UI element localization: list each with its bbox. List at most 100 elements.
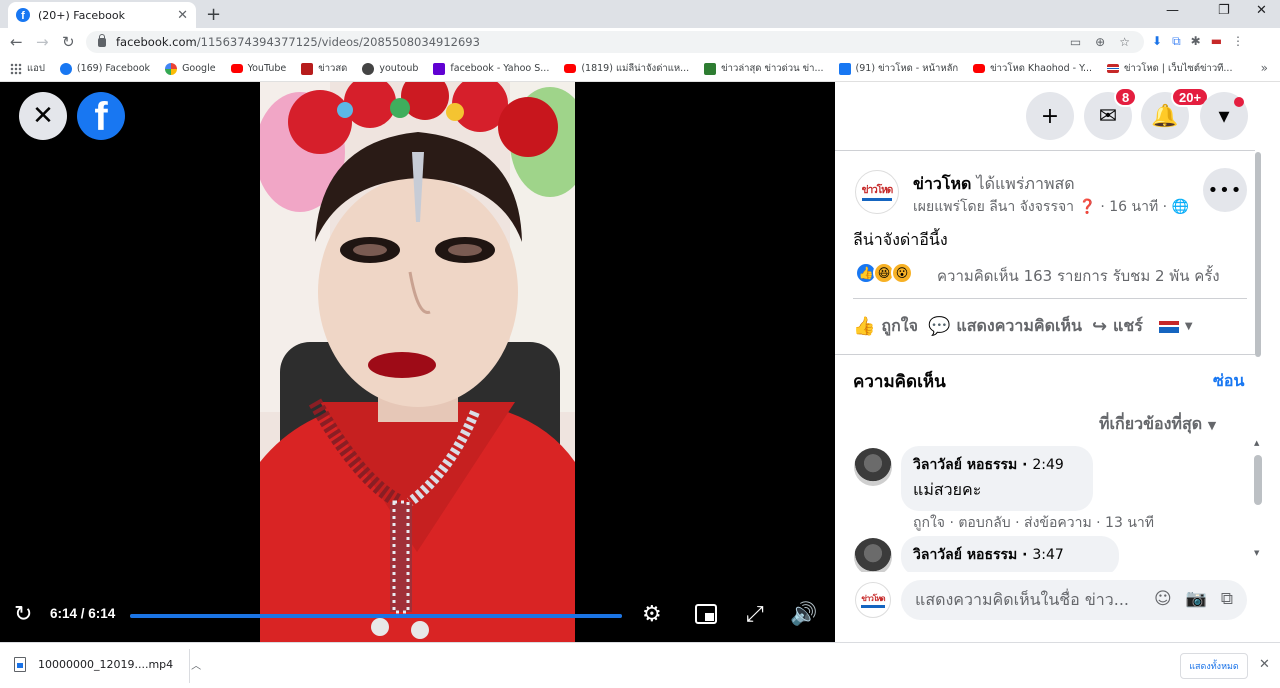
comment-text: แม่สวยคะ [913, 480, 982, 499]
volume-icon[interactable]: 🔊 [790, 602, 817, 627]
messenger-badge: 8 [1114, 87, 1138, 107]
facebook-icon [838, 62, 851, 75]
browser-menu-icon[interactable]: ⋮ [1232, 34, 1244, 49]
scroll-up-icon[interactable]: ▲ [1254, 439, 1259, 447]
bookmark-item[interactable]: ข่าวล่าสุด ข่าวด่วน ข่า... [704, 61, 824, 76]
bookmark-item[interactable]: youtoub [362, 62, 418, 75]
commenter-name[interactable]: วิลาวัลย์ หอธรรม [913, 457, 1017, 473]
close-video-button[interactable]: ✕ [19, 92, 67, 140]
comment-input[interactable]: แสดงความคิดเห็นในชื่อ ข่าว... ☺ 📷 ⧉ [901, 580, 1247, 620]
youtube-icon [230, 64, 243, 73]
fullscreen-icon[interactable]: ⤢ [746, 602, 764, 627]
back-arrow-icon[interactable]: ← [10, 33, 23, 51]
facebook-favicon-icon: f [16, 8, 30, 22]
extensions-puzzle-icon[interactable]: ✱ [1191, 34, 1201, 49]
show-all-downloads-button[interactable]: แสดงทั้งหมด [1180, 653, 1248, 679]
bookmark-item[interactable]: แอป [10, 61, 45, 76]
chevron-up-icon[interactable]: ︿ [191, 657, 201, 672]
settings-gear-icon[interactable]: ⚙ [642, 602, 662, 627]
video-progress-bar[interactable] [130, 614, 622, 618]
video-file-icon [14, 657, 26, 672]
like-button[interactable]: 👍 ถูกใจ [853, 314, 918, 339]
tab-strip: f (20+) Facebook ✕ + — ❐ ✕ [0, 0, 1280, 28]
commenter-avatar[interactable] [854, 538, 892, 576]
bookmark-item[interactable]: ข่าวสด [301, 61, 347, 76]
create-button[interactable]: + [1026, 92, 1074, 140]
bookmark-item[interactable]: (91) ข่าวโหด - หน้าหลัก [838, 61, 958, 76]
lock-icon [98, 33, 106, 47]
comment-button[interactable]: 💬 แสดงความคิดเห็น [928, 314, 1082, 339]
cast-icon[interactable]: ▭ [1070, 35, 1081, 49]
minimize-button[interactable]: — [1166, 3, 1179, 18]
browser-tab[interactable]: f (20+) Facebook ✕ [8, 2, 196, 28]
video-player[interactable]: ✕ f ↻ 6:14 / 6:14 ⚙ ⤢ 🔊 [0, 82, 835, 642]
maximize-button[interactable]: ❐ [1218, 3, 1230, 18]
bookmark-item[interactable]: YouTube [230, 63, 287, 74]
bookmark-item[interactable]: ข่าวโหด Khaohod - Y... [973, 61, 1092, 76]
bookmark-star-icon[interactable]: ☆ [1119, 35, 1130, 49]
share-label: แชร์ [1113, 316, 1143, 335]
comment-video-timestamp[interactable]: 3:47 [1032, 547, 1063, 563]
reaction-summary[interactable]: 👍 😆 😮 [855, 262, 913, 284]
reload-icon[interactable]: ↻ [62, 33, 75, 51]
camera-icon[interactable]: 📷 [1186, 589, 1207, 609]
tab-close-icon[interactable]: ✕ [177, 8, 188, 23]
post-scrollbar[interactable] [1253, 152, 1263, 357]
post-side-panel: + ✉ 8 🔔 20+ ▾ ข่าวโหด ข่าวโหด ได้แพร่ภาพ… [835, 82, 1280, 642]
comment-input-placeholder: แสดงความคิดเห็นในชื่อ ข่าว... [915, 589, 1130, 609]
commenter-avatar[interactable] [854, 448, 892, 486]
translate-extension-icon[interactable]: ⧉ [1172, 34, 1181, 49]
post-options-button[interactable]: ••• [1203, 168, 1247, 212]
scroll-down-icon[interactable]: ▼ [1254, 549, 1259, 557]
composer-logo-text: ข่าวโหด [861, 592, 886, 608]
video-frame [260, 82, 575, 642]
page-name-link[interactable]: ข่าวโหด [913, 174, 971, 193]
bookmark-item[interactable]: (169) Facebook [59, 62, 151, 75]
post-activity: ได้แพร่ภาพสด [976, 174, 1075, 193]
bookmark-item[interactable]: facebook - Yahoo S... [433, 62, 549, 75]
thai-flag-extension-icon[interactable]: ▬ [1211, 34, 1222, 49]
thai-flag-icon [1107, 64, 1120, 73]
page-avatar[interactable]: ข่าวโหด [855, 170, 899, 214]
bookmark-item[interactable]: Google [165, 62, 216, 75]
comment-action-links[interactable]: ถูกใจ · ตอบกลับ · ส่งข้อความ · 13 นาที [913, 512, 1154, 534]
download-extension-icon[interactable]: ⬇ [1152, 34, 1162, 49]
youtube-icon [564, 64, 577, 73]
bookmark-label: YouTube [247, 63, 287, 74]
stats-divider [853, 298, 1247, 299]
bookmark-item[interactable]: (1819) แม่ลีน่าจังด่าแห... [564, 61, 689, 76]
picture-in-picture-icon[interactable] [695, 604, 717, 624]
comments-scrollbar[interactable]: ▲ ▼ [1253, 439, 1263, 563]
comments-scrollbar-thumb[interactable] [1254, 455, 1262, 505]
post-scrollbar-thumb[interactable] [1255, 152, 1261, 357]
url-path: /1156374394377125/videos/208550803491269… [196, 35, 480, 49]
thumbs-up-icon: 👍 [853, 316, 876, 337]
news-icon [704, 62, 717, 75]
forward-arrow-icon[interactable]: → [36, 33, 49, 51]
sticker-icon[interactable]: ⧉ [1221, 589, 1233, 609]
close-downloads-icon[interactable]: ✕ [1259, 657, 1270, 672]
url-input[interactable]: facebook.com/1156374394377125/videos/208… [86, 31, 1144, 53]
download-item[interactable]: 10000000_12019....mp4 ︿ [14, 657, 201, 672]
facebook-logo-icon[interactable]: f [77, 92, 125, 140]
emoji-icon[interactable]: ☺ [1154, 589, 1172, 609]
bookmark-item[interactable]: ข่าวโหด | เว็บไซต์ข่าวที... [1107, 61, 1232, 76]
share-button[interactable]: ↪ แชร์ [1092, 314, 1143, 339]
commenter-name[interactable]: วิลาวัลย์ หอธรรม [913, 547, 1017, 563]
post-meta: เผยแพร่โดย ลีนา จังจรรจา ❓ · 16 นาที · 🌐 [913, 199, 1189, 215]
apps-grid-icon [10, 62, 22, 75]
download-separator [189, 649, 190, 683]
composer-page-avatar[interactable]: ข่าวโหด [855, 582, 891, 618]
bookmark-label: (169) Facebook [76, 63, 151, 74]
hide-comments-link[interactable]: ซ่อน [1213, 369, 1244, 394]
new-tab-button[interactable]: + [206, 4, 221, 25]
replay-icon[interactable]: ↻ [14, 602, 32, 627]
tab-title: (20+) Facebook [38, 8, 125, 22]
comment-sort-dropdown[interactable]: ที่เกี่ยวข้องที่สุด ▼ [1099, 412, 1216, 437]
post-stats[interactable]: ความคิดเห็น 163 รายการ รับชม 2 พัน ครั้ง [937, 264, 1220, 288]
comment-video-timestamp[interactable]: 2:49 [1032, 457, 1063, 473]
bookmarks-overflow-icon[interactable]: » [1261, 61, 1268, 75]
window-close-button[interactable]: ✕ [1256, 3, 1267, 18]
zoom-icon[interactable]: ⊕ [1095, 35, 1105, 49]
share-as-selector[interactable]: ▼ [1158, 320, 1193, 333]
